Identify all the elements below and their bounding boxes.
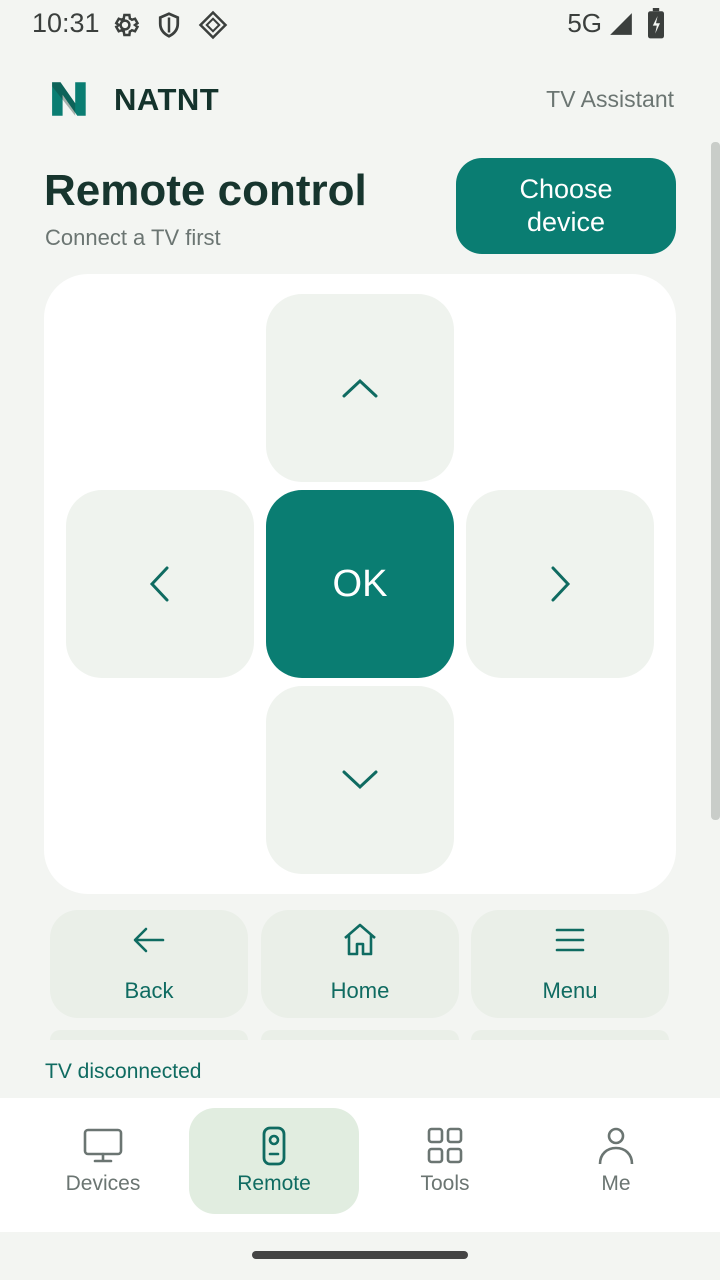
scrollbar[interactable] [711,142,720,820]
person-icon [598,1127,634,1165]
grid-icon [427,1127,463,1164]
network-label: 5G [567,8,602,38]
brand-name: NATNT [114,82,220,117]
choose-device-button[interactable]: Choose device [456,158,676,254]
home-indicator[interactable] [252,1251,468,1259]
nav-tools-label: Tools [420,1172,470,1195]
nav-devices[interactable]: Devices [18,1108,188,1214]
nav-remote-label: Remote [237,1172,311,1195]
dpad-up-button[interactable] [266,294,454,482]
page-subtitle: Connect a TV first [45,225,221,250]
nav-devices-label: Devices [65,1172,141,1195]
nav-me[interactable]: Me [531,1108,701,1214]
vpn-diamond-icon [198,10,228,40]
back-label: Back [124,978,174,1003]
next-row-peek [471,1030,669,1040]
natnt-logo-icon [52,82,86,116]
home-label: Home [330,978,390,1003]
settings-icon [114,13,140,37]
tv-icon [83,1128,123,1163]
chevron-up-icon [342,378,378,398]
menu-button[interactable]: Menu [471,910,669,1018]
chevron-left-icon [149,566,169,602]
tv-connection-status: TV disconnected [45,1060,202,1083]
ok-label: OK [332,562,388,605]
back-button[interactable]: Back [50,910,248,1018]
dpad-ok-button[interactable]: OK [266,490,454,678]
remote-icon [262,1126,286,1166]
shield-icon [158,12,180,38]
choose-device-label: Choose device [519,174,613,237]
battery-charging-icon [648,8,664,39]
signal-icon [610,13,632,35]
dpad-down-button[interactable] [266,686,454,874]
next-row-peek [261,1030,459,1040]
chevron-down-icon [342,770,378,790]
dpad-left-button[interactable] [66,490,254,678]
menu-icon [555,928,585,952]
arrow-left-icon [133,927,165,953]
nav-me-label: Me [601,1172,631,1195]
status-time: 10:31 [32,8,100,38]
home-button[interactable]: Home [261,910,459,1018]
page-title: Remote control [44,166,367,215]
next-row-peek [50,1030,248,1040]
nav-remote[interactable]: Remote [189,1108,359,1214]
chevron-right-icon [551,566,571,602]
app-name: TV Assistant [546,86,674,112]
nav-tools[interactable]: Tools [360,1108,530,1214]
menu-label: Menu [542,978,598,1003]
dpad-right-button[interactable] [466,490,654,678]
home-icon [344,923,376,956]
